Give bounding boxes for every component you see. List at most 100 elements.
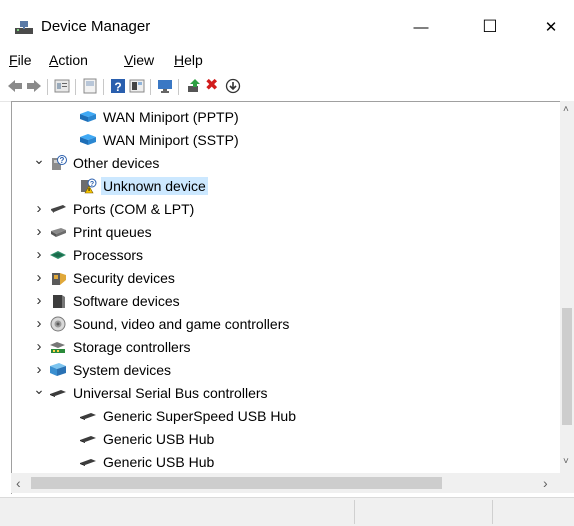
usb-icon [79,431,97,447]
uninstall-icon[interactable]: ✖ [205,78,221,94]
menu-action-label: ction [58,52,88,68]
scroll-down-arrow[interactable]: ˅ [563,456,569,467]
menu-action[interactable]: Action [49,52,88,68]
collapse-chevron-icon[interactable]: ⌄ [32,148,46,171]
network-adapter-icon [79,109,97,125]
tree-device[interactable]: Generic SuperSpeed USB Hub [76,404,298,427]
scroll-left-arrow[interactable]: ‹ [16,475,21,491]
maximize-button[interactable]: ☐ [467,12,513,42]
window-title: Device Manager [41,18,151,35]
scan-hardware-icon[interactable] [157,78,173,94]
unknown-device-warning-icon: ? [79,178,97,194]
tree-category[interactable]: ⌄ Universal Serial Bus controllers [32,381,270,404]
tree-device[interactable]: WAN Miniport (SSTP) [76,128,241,151]
tree-item-label: Security devices [73,269,175,286]
tree-item-label: Sound, video and game controllers [73,315,290,332]
tree-item-label: Other devices [73,154,160,171]
tree-device[interactable]: WAN Miniport (PPTP) [76,105,241,128]
horizontal-scroll-thumb[interactable] [31,477,442,489]
processor-icon [49,247,67,263]
menu-file[interactable]: File [9,52,32,68]
minimize-button[interactable]: — [398,12,444,42]
tree-item-label: Generic USB Hub [103,453,215,470]
scroll-right-arrow[interactable]: › [543,475,548,491]
tree-category[interactable]: › Sound, video and game controllers [32,312,291,335]
title-bar: Device Manager — ☐ ✕ [0,0,574,50]
tree-item-label: Unknown device [101,176,208,195]
storage-controller-icon [49,339,67,355]
vertical-scroll-thumb[interactable] [562,308,572,425]
scrollbar-corner [560,473,574,493]
tree-category[interactable]: › System devices [32,358,173,381]
show-hidden-icon[interactable] [82,78,98,94]
usb-icon [79,454,97,470]
menu-view-label: iew [133,52,155,68]
tree-category[interactable]: › Print queues [32,220,154,243]
software-device-icon [49,293,67,309]
tree-device[interactable]: ? Unknown device [76,174,208,197]
tree-item-label: WAN Miniport (SSTP) [103,131,239,148]
help-icon[interactable]: ? [110,78,126,94]
toolbar-separator [150,79,151,95]
tree-item-label: Storage controllers [73,338,191,355]
tree-item-label: Universal Serial Bus controllers [73,384,268,401]
speaker-icon [49,316,67,332]
tree-item-label: WAN Miniport (PPTP) [103,108,239,125]
status-divider [354,500,355,524]
details-icon[interactable] [129,78,145,94]
horizontal-scrollbar[interactable]: ‹ › [11,473,560,493]
menu-file-label: ile [17,52,32,68]
close-button[interactable]: ✕ [528,12,574,42]
device-manager-icon [14,18,34,36]
toolbar-separator [47,79,48,95]
tree-category[interactable]: › Software devices [32,289,182,312]
menu-help-label: elp [184,52,203,68]
device-tree-panel[interactable]: WAN Miniport (PPTP) WAN Miniport (SSTP) ⌄?… [11,101,574,494]
forward-icon[interactable] [26,78,42,94]
update-driver-icon[interactable] [186,78,202,94]
vertical-scrollbar[interactable]: ˄ ˅ [560,101,574,473]
expand-chevron-icon[interactable]: › [32,220,46,243]
expand-chevron-icon[interactable]: › [32,312,46,335]
expand-chevron-icon[interactable]: › [32,289,46,312]
menu-view[interactable]: View [124,52,154,68]
svg-text:?: ? [90,181,94,188]
status-divider [492,500,493,524]
printer-icon [49,224,67,240]
toolbar-separator [103,79,104,95]
usb-icon [79,408,97,424]
menu-help-accel: H [174,52,185,68]
properties-icon[interactable] [54,78,70,94]
toolbar: ? ✖ [0,73,574,102]
tree-device[interactable]: Generic USB Hub [76,427,216,450]
tree-item-label: Processors [73,246,144,263]
svg-text:?: ? [114,80,121,94]
tree-category[interactable]: › Security devices [32,266,177,289]
back-icon[interactable] [7,78,23,94]
usb-icon [49,385,67,401]
menu-view-accel: V [124,52,134,68]
tree-item-label: Ports (COM & LPT) [73,200,195,217]
expand-chevron-icon[interactable]: › [32,197,46,220]
disable-icon[interactable] [225,78,241,94]
expand-chevron-icon[interactable]: › [32,243,46,266]
tree-category[interactable]: › Processors [32,243,145,266]
tree-category[interactable]: › Storage controllers [32,335,193,358]
menu-help[interactable]: Help [174,52,203,68]
tree-item-label: Print queues [73,223,152,240]
tree-category[interactable]: ⌄? Other devices [32,151,161,174]
menu-bar: File Action View Help [0,50,574,72]
security-device-icon [49,270,67,286]
system-device-icon [49,362,67,378]
expand-chevron-icon[interactable]: › [32,335,46,358]
tree-device[interactable]: Generic USB Hub [76,450,216,473]
scroll-up-arrow[interactable]: ˄ [563,104,569,115]
port-icon [49,201,67,217]
tree-item-label: Software devices [73,292,180,309]
tree-item-label: Generic USB Hub [103,430,215,447]
collapse-chevron-icon[interactable]: ⌄ [32,378,46,401]
toolbar-separator [75,79,76,95]
tree-category[interactable]: › Ports (COM & LPT) [32,197,196,220]
expand-chevron-icon[interactable]: › [32,266,46,289]
other-devices-icon: ? [49,154,67,171]
